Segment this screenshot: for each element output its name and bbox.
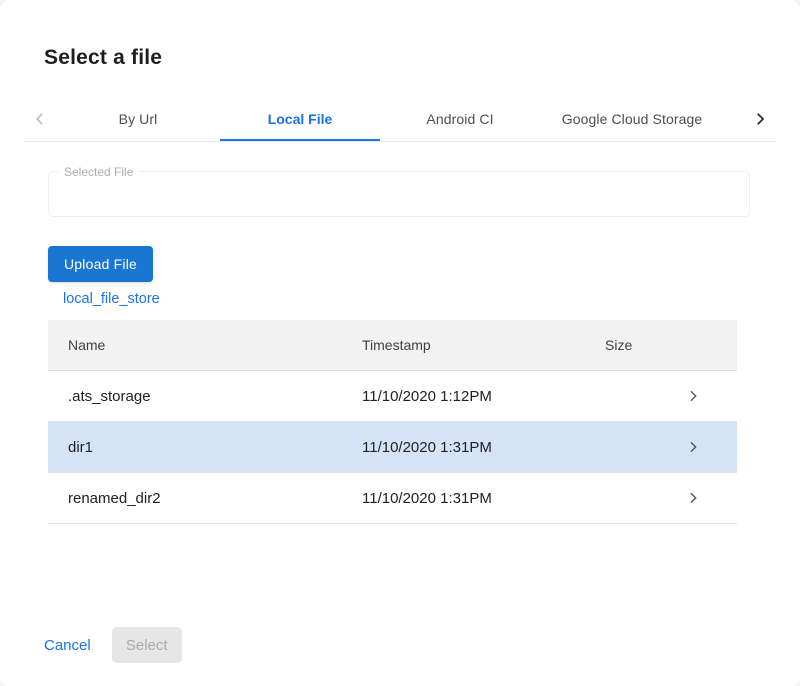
chevron-right-icon — [685, 490, 701, 506]
column-header-name: Name — [48, 337, 362, 353]
cell-timestamp: 11/10/2020 1:31PM — [362, 490, 605, 507]
cell-timestamp: 11/10/2020 1:12PM — [362, 388, 605, 405]
local-file-store-link[interactable]: local_file_store — [63, 291, 160, 307]
active-tab-indicator — [220, 139, 380, 141]
tab-bar: By Url Local File Android CI Google Clou… — [24, 96, 776, 142]
chevron-left-icon — [31, 110, 49, 128]
column-header-size: Size — [605, 337, 673, 353]
chevron-right-icon — [751, 110, 769, 128]
tab-label: Local File — [268, 111, 333, 127]
cancel-button[interactable]: Cancel — [32, 629, 103, 662]
tab-label: Android CI — [426, 111, 493, 127]
column-header-timestamp: Timestamp — [362, 337, 605, 353]
table-row[interactable]: dir1 11/10/2020 1:31PM — [48, 422, 737, 473]
row-expand-control[interactable] — [673, 388, 713, 404]
row-expand-control[interactable] — [673, 439, 713, 455]
tab-google-cloud-storage[interactable]: Google Cloud Storage — [540, 96, 724, 141]
tab-android-ci[interactable]: Android CI — [380, 96, 540, 141]
table-row[interactable]: renamed_dir2 11/10/2020 1:31PM — [48, 473, 737, 524]
tabs-scroll-left-button[interactable] — [24, 96, 56, 141]
table-header-row: Name Timestamp Size — [48, 320, 737, 371]
tab-label: Google Cloud Storage — [562, 111, 703, 127]
select-file-dialog: Select a file By Url Local File Android … — [0, 0, 800, 686]
tab-local-file[interactable]: Local File — [220, 96, 380, 141]
upload-file-button[interactable]: Upload File — [48, 246, 153, 282]
row-expand-control[interactable] — [673, 490, 713, 506]
tabs-scroll-right-button[interactable] — [744, 96, 776, 141]
chevron-right-icon — [685, 439, 701, 455]
cell-name: renamed_dir2 — [48, 490, 362, 507]
selected-file-field: Selected File — [48, 171, 750, 217]
cell-name: .ats_storage — [48, 388, 362, 405]
chevron-right-icon — [685, 388, 701, 404]
table-row[interactable]: .ats_storage 11/10/2020 1:12PM — [48, 371, 737, 422]
selected-file-field-label: Selected File — [59, 165, 138, 179]
selected-file-input[interactable] — [49, 172, 749, 216]
dialog-title: Select a file — [44, 46, 162, 70]
tab-label: By Url — [119, 111, 158, 127]
select-button[interactable]: Select — [112, 627, 182, 663]
tab-by-url[interactable]: By Url — [56, 96, 220, 141]
dialog-actions: Cancel Select — [32, 627, 182, 663]
cell-name: dir1 — [48, 439, 362, 456]
cell-timestamp: 11/10/2020 1:31PM — [362, 439, 605, 456]
file-table: Name Timestamp Size .ats_storage 11/10/2… — [48, 320, 737, 524]
